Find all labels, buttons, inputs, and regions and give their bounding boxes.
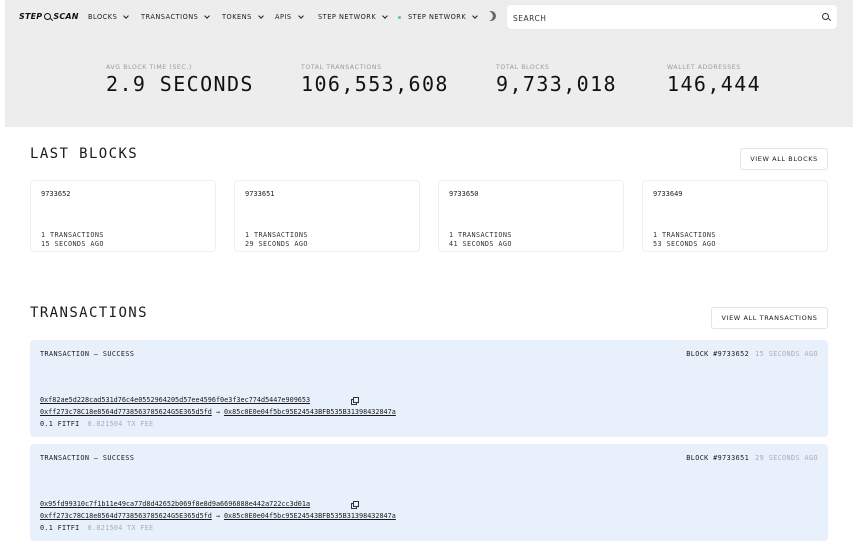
transaction-fee: 0.021504 TX FEE — [87, 420, 154, 428]
network-selector[interactable]: STEP NETWORK — [398, 12, 479, 22]
block-tx-count: 1 TRANSACTIONS — [41, 231, 104, 239]
stat-label: TOTAL BLOCKS — [496, 64, 550, 71]
stat-label: AVG BLOCK TIME (SEC.) — [106, 64, 192, 71]
from-address-link[interactable]: 0xff273c78C18e8564d7738563785624G5E365d5… — [40, 512, 212, 520]
stat-total-transactions: TOTAL TRANSACTIONS 106,553,608 — [301, 64, 449, 96]
transaction-block-link[interactable]: BLOCK #9733652 — [686, 350, 749, 358]
stat-label: WALLET ADDRESSES — [667, 64, 741, 71]
arrow-right-icon: → — [215, 408, 220, 416]
view-all-transactions-button[interactable]: VIEW ALL TRANSACTIONS — [711, 307, 828, 329]
stat-total-blocks: TOTAL BLOCKS 9,733,018 — [496, 64, 617, 96]
search-input[interactable] — [513, 10, 803, 26]
logo-magnifier-icon — [44, 13, 52, 20]
network-status-dot — [398, 15, 401, 19]
transaction-amount: 0.1 FITFI — [40, 420, 80, 428]
arrow-right-icon: → — [215, 512, 220, 520]
block-age: 41 SECONDS AGO — [449, 240, 512, 248]
from-address-link[interactable]: 0xff273c78C18e8564d7738563785624G5E365d5… — [40, 408, 212, 416]
nav-transactions[interactable]: TRANSACTIONS — [141, 12, 211, 22]
search-box — [506, 4, 838, 30]
transaction-value: 0.1 FITFI 0.021504 TX FEE — [40, 524, 153, 532]
transaction-block-link[interactable]: BLOCK #9733651 — [686, 454, 749, 462]
block-card[interactable]: 9733649 1 TRANSACTIONS 53 SECONDS AGO — [642, 180, 828, 252]
transaction-age: 29 SECONDS AGO — [755, 454, 818, 462]
stat-wallet-addresses: WALLET ADDRESSES 146,444 — [667, 64, 761, 96]
nav-blocks[interactable]: BLOCKS — [88, 12, 130, 22]
nav-tokens[interactable]: TOKENS — [222, 12, 264, 22]
stat-value: 9,733,018 — [496, 72, 617, 96]
block-number[interactable]: 9733650 — [449, 190, 479, 198]
transaction-hash-link[interactable]: 0x95fd99310c7f1b11e49ca77d8d42652b069f8e… — [40, 500, 310, 508]
block-age: 15 SECONDS AGO — [41, 240, 104, 248]
block-tx-count: 1 TRANSACTIONS — [449, 231, 512, 239]
block-tx-count: 1 TRANSACTIONS — [245, 231, 308, 239]
transactions-title: TRANSACTIONS — [30, 305, 148, 321]
chevron-down-icon — [257, 12, 264, 19]
chevron-down-icon — [382, 12, 389, 19]
block-age: 53 SECONDS AGO — [653, 240, 716, 248]
transaction-addresses: 0xff273c78C18e8564d7738563785624G5E365d5… — [40, 408, 396, 416]
stat-label: TOTAL TRANSACTIONS — [301, 64, 382, 71]
transaction-block: BLOCK #9733651 29 SECONDS AGO — [686, 454, 818, 462]
block-number[interactable]: 9733652 — [41, 190, 71, 198]
transaction-hash-link[interactable]: 0xf82ae5d228cad531d76c4e0552964205d57ee4… — [40, 396, 310, 404]
transaction-card: TRANSACTION — SUCCESS BLOCK #9733651 29 S… — [30, 444, 828, 541]
transaction-addresses: 0xff273c78C18e8564d7738563785624G5E365d5… — [40, 512, 396, 520]
view-all-blocks-button[interactable]: VIEW ALL BLOCKS — [740, 148, 828, 170]
transaction-block: BLOCK #9733652 15 SECONDS AGO — [686, 350, 818, 358]
transaction-fee: 0.021504 TX FEE — [87, 524, 154, 532]
transaction-value: 0.1 FITFI 0.021504 TX FEE — [40, 420, 153, 428]
stat-value: 146,444 — [667, 72, 762, 96]
logo[interactable]: STEP SCAN — [19, 12, 79, 21]
logo-step: STEP — [19, 12, 43, 21]
to-address-link[interactable]: 0x85c0E0e04f5bc95E24543BFB535B3139843284… — [224, 408, 396, 416]
stat-value: 2.9 SECONDS — [106, 72, 254, 96]
transaction-card: TRANSACTION — SUCCESS BLOCK #9733652 15 S… — [30, 340, 828, 437]
chevron-down-icon — [472, 12, 479, 19]
block-card[interactable]: 9733650 1 TRANSACTIONS 41 SECONDS AGO — [438, 180, 624, 252]
stat-avg-block-time: AVG BLOCK TIME (SEC.) 2.9 SECONDS — [106, 64, 254, 96]
block-card[interactable]: 9733652 1 TRANSACTIONS 15 SECONDS AGO — [30, 180, 216, 252]
last-blocks-title: LAST BLOCKS — [30, 146, 139, 162]
chevron-down-icon — [297, 12, 304, 19]
copy-icon[interactable] — [351, 397, 359, 405]
top-bar: STEP SCAN BLOCKS TRANSACTIONS TOKENS API… — [0, 0, 860, 34]
block-tx-count: 1 TRANSACTIONS — [653, 231, 716, 239]
block-age: 29 SECONDS AGO — [245, 240, 308, 248]
nav-apis[interactable]: APIS — [275, 12, 304, 22]
chevron-down-icon — [123, 12, 130, 19]
block-number[interactable]: 9733651 — [245, 190, 275, 198]
nav-step-network[interactable]: STEP NETWORK — [318, 12, 389, 22]
chevron-down-icon — [204, 12, 211, 19]
transaction-status: TRANSACTION — SUCCESS — [40, 454, 135, 462]
dark-mode-toggle-icon[interactable] — [485, 10, 498, 23]
stat-value: 106,553,608 — [301, 72, 449, 96]
block-card[interactable]: 9733651 1 TRANSACTIONS 29 SECONDS AGO — [234, 180, 420, 252]
search-icon[interactable] — [822, 13, 829, 20]
transaction-age: 15 SECONDS AGO — [755, 350, 818, 358]
block-number[interactable]: 9733649 — [653, 190, 683, 198]
transaction-amount: 0.1 FITFI — [40, 524, 80, 532]
to-address-link[interactable]: 0x85c0E0e04f5bc95E24543BFB535B3139843284… — [224, 512, 396, 520]
transaction-status: TRANSACTION — SUCCESS — [40, 350, 135, 358]
logo-scan: SCAN — [53, 12, 79, 21]
copy-icon[interactable] — [351, 501, 359, 509]
